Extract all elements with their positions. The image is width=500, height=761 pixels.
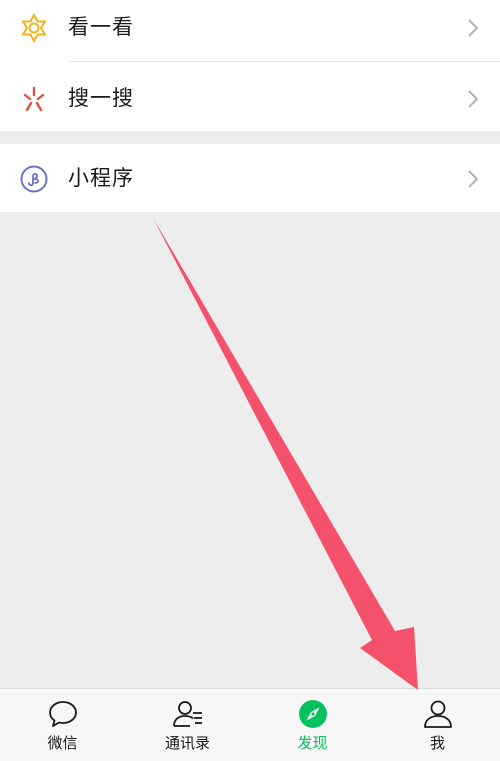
tab-me[interactable]: 我 (375, 689, 500, 761)
search-sparkle-icon (23, 86, 45, 112)
menu-item-label: 搜一搜 (68, 86, 134, 110)
chat-bubble-icon (49, 701, 77, 727)
discover-screen: 看一看 搜一搜 小程序 微信 通讯录 发现 我 (0, 0, 500, 761)
menu-group-top: 看一看 搜一搜 (0, 0, 500, 131)
tab-discover[interactable]: 发现 (250, 689, 375, 761)
tab-label: 微信 (47, 734, 78, 752)
contacts-icon (173, 701, 202, 727)
tab-chats[interactable]: 微信 (0, 689, 125, 761)
menu-item-mini-program[interactable]: 小程序 (0, 144, 500, 212)
tab-label: 我 (429, 734, 445, 752)
menu-item-label: 看一看 (68, 15, 134, 39)
tab-contacts[interactable]: 通讯录 (125, 689, 250, 761)
bottom-tab-bar: 微信 通讯录 发现 我 (0, 688, 500, 761)
chevron-right-icon (468, 90, 479, 108)
person-icon (424, 700, 452, 728)
menu-item-search[interactable]: 搜一搜 (0, 66, 500, 131)
chevron-right-icon (468, 170, 479, 188)
divider (68, 61, 500, 62)
compass-icon (299, 700, 327, 728)
menu-group-mini: 小程序 (0, 144, 500, 212)
look-icon (21, 13, 47, 43)
mini-program-icon (20, 165, 48, 193)
menu-item-label: 小程序 (68, 166, 134, 190)
chevron-right-icon (468, 19, 479, 37)
tab-label: 通讯录 (164, 734, 210, 752)
menu-item-look[interactable]: 看一看 (0, 0, 500, 62)
tab-label: 发现 (297, 734, 328, 752)
